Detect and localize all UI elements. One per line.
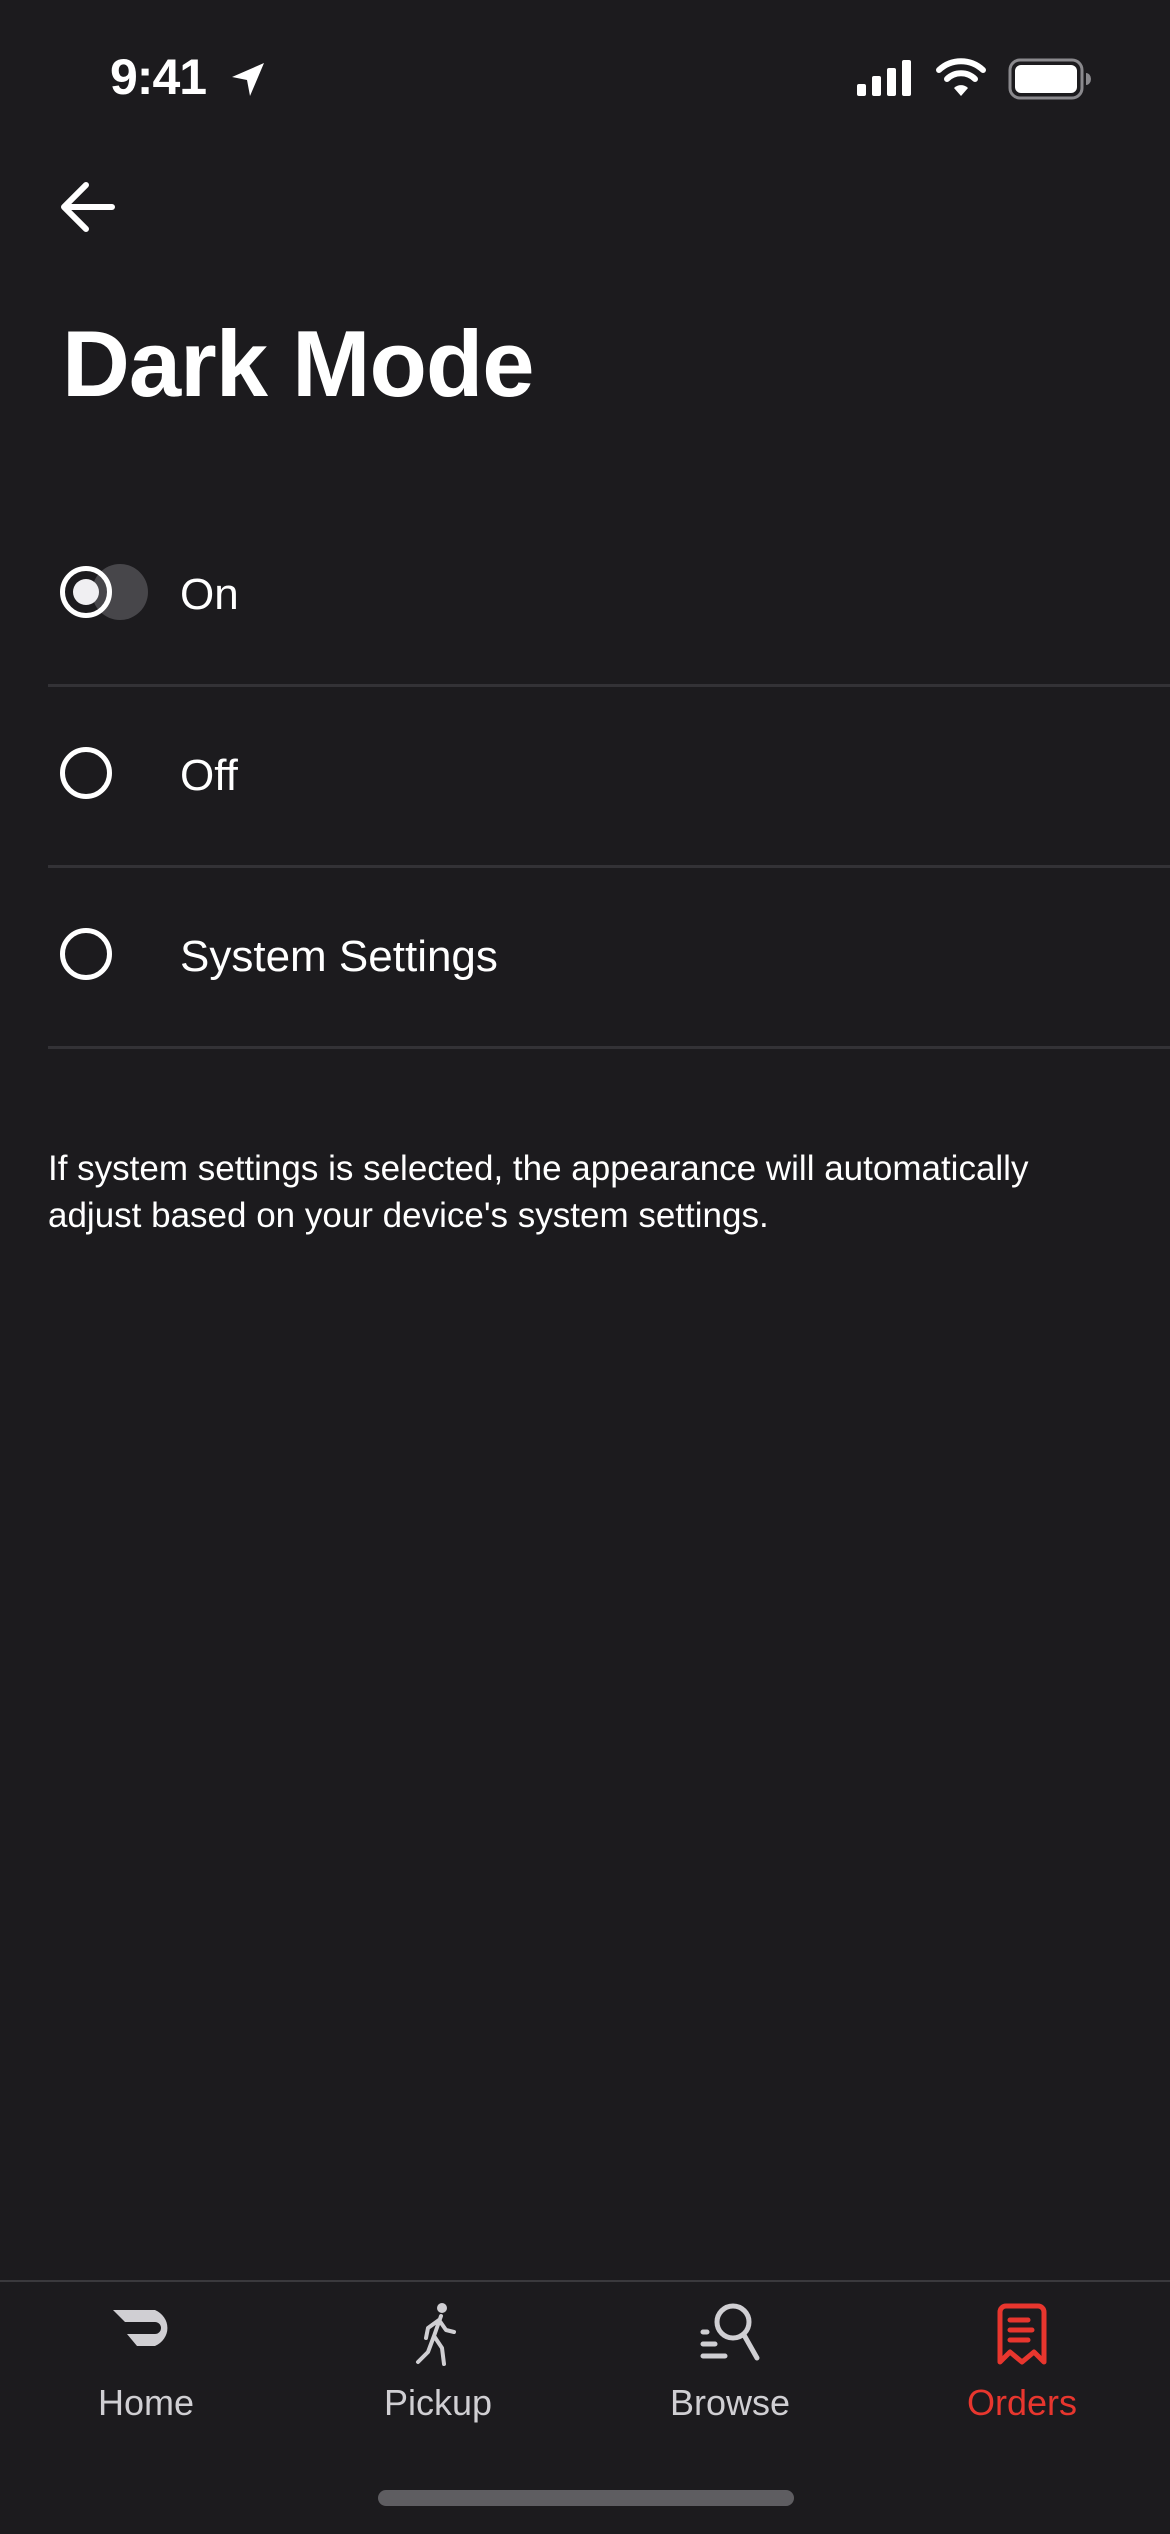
helper-text: If system settings is selected, the appe… <box>48 1149 1029 1235</box>
option-on[interactable]: On <box>48 506 1170 687</box>
page-title: Dark Mode <box>62 311 535 416</box>
tab-orders[interactable]: Orders <box>922 2282 1122 2432</box>
tab-pickup[interactable]: Pickup <box>338 2282 538 2432</box>
location-arrow-icon <box>232 63 264 96</box>
status-bar: 9:41 <box>0 0 1170 150</box>
option-off[interactable]: Off <box>48 687 1170 868</box>
option-label: System Settings <box>180 932 498 981</box>
tab-browse[interactable]: Browse <box>630 2282 830 2432</box>
option-label: On <box>180 570 239 619</box>
tab-label: Home <box>97 2382 195 2423</box>
radio-system-settings[interactable] <box>60 928 112 980</box>
battery-icon <box>1008 58 1091 100</box>
receipt-icon <box>997 2303 1047 2365</box>
dark-mode-options: On Off System Settings <box>48 506 1170 1049</box>
radio-on[interactable] <box>60 566 112 618</box>
radio-off[interactable] <box>60 747 112 799</box>
tab-home[interactable]: Home <box>46 2282 246 2432</box>
browse-search-icon <box>700 2303 760 2361</box>
home-indicator[interactable] <box>378 2490 794 2506</box>
walking-person-icon <box>416 2303 456 2366</box>
option-system-settings[interactable]: System Settings <box>48 868 1170 1049</box>
status-time: 9:41 <box>110 49 207 105</box>
arrow-left-icon <box>61 182 115 232</box>
tab-label: Browse <box>669 2382 791 2423</box>
back-button[interactable] <box>56 175 120 239</box>
tab-label: Pickup <box>383 2382 493 2423</box>
option-label: Off <box>180 751 238 800</box>
tab-label: Orders <box>966 2382 1078 2423</box>
doordash-logo-icon <box>113 2310 168 2346</box>
wifi-icon <box>936 58 986 96</box>
cellular-signal-icon <box>857 60 911 96</box>
